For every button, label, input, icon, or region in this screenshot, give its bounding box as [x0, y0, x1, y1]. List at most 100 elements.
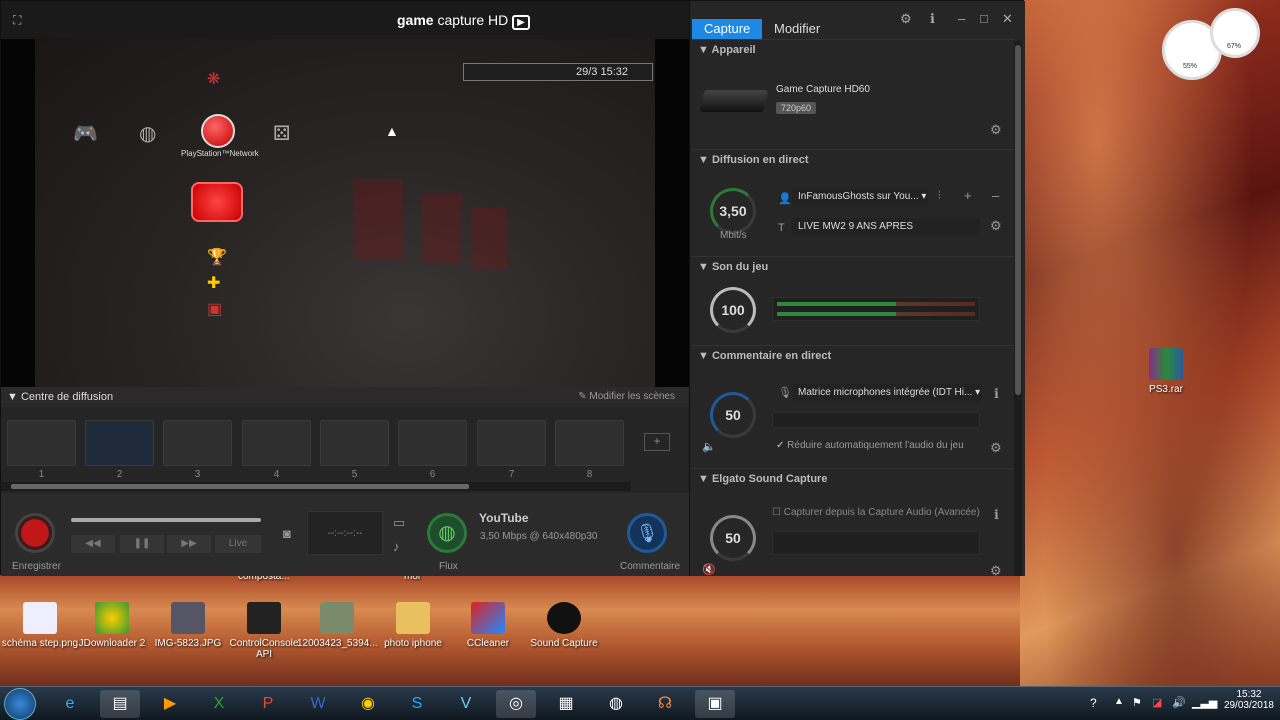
app-icon[interactable]: ◍ [596, 690, 636, 718]
tab-modifier[interactable]: Modifier [762, 19, 832, 39]
desktop-icon[interactable]: photo iphone [373, 602, 453, 649]
stream-button[interactable]: ◍ [427, 513, 467, 553]
scene-bar-title[interactable]: ▼ Centre de diffusion [7, 391, 113, 403]
close-icon[interactable]: ✕ [1002, 11, 1013, 27]
add-icon[interactable]: + [964, 188, 972, 203]
desktop-icon[interactable]: CCleaner [448, 602, 528, 649]
sound-capture-settings-gear-icon[interactable]: ⚙ [990, 563, 1002, 579]
desktop-icon[interactable]: 12003423_5394... [297, 602, 378, 649]
speaker-icon[interactable]: 🔈 [702, 440, 716, 453]
pause-button[interactable]: ❚❚ [120, 535, 164, 553]
skype-icon[interactable]: S [397, 690, 437, 718]
forward-button[interactable]: ▶▶ [167, 535, 211, 553]
commentary-button[interactable]: 🎙 [627, 513, 667, 553]
background-shape [471, 207, 507, 269]
timeline-slider[interactable] [71, 518, 261, 522]
mixer-icon[interactable]: ⫶ [938, 190, 941, 203]
photo-file-icon [171, 602, 205, 634]
desktop-icon[interactable]: ControlConsole API [224, 602, 304, 660]
monitor-icon[interactable]: ▭ [393, 515, 405, 531]
desktop-icon[interactable]: Sound Capture [524, 602, 604, 649]
desktop-icon[interactable]: schéma step.png [0, 602, 80, 649]
minimize-icon[interactable]: – [958, 11, 965, 26]
section-header[interactable]: ▼ Diffusion en direct [698, 154, 809, 166]
stream-settings-gear-icon[interactable]: ⚙ [990, 218, 1002, 234]
desktop-icon[interactable]: IMG-5823.JPG [148, 602, 228, 649]
settings-gear-icon[interactable]: ⚙ [900, 11, 912, 27]
document-icon[interactable]: ▦ [546, 690, 586, 718]
help-icon[interactable]: ? [1090, 696, 1097, 710]
powerpoint-icon[interactable]: P [248, 690, 288, 718]
game-capture-taskbar-icon[interactable]: ◎ [496, 690, 536, 718]
microphone-select[interactable]: Matrice microphones intégrée (IDT Hi... … [792, 384, 982, 402]
scrollbar-thumb[interactable] [1015, 45, 1021, 395]
record-button[interactable] [15, 513, 55, 553]
word-icon[interactable]: W [298, 690, 338, 718]
sound-capture-info-icon[interactable]: ℹ [994, 507, 999, 523]
section-header[interactable]: ▼ Appareil [698, 44, 756, 56]
desktop-icon[interactable]: JDownloader 2 [72, 602, 152, 649]
mic-info-icon[interactable]: ℹ [994, 386, 999, 402]
scrollbar-thumb[interactable] [11, 484, 469, 489]
internet-explorer-icon[interactable]: e [50, 690, 90, 718]
app-title: game capture HD ▶ [397, 12, 530, 30]
account-select[interactable]: InFamousGhosts sur You... ▾ [792, 188, 928, 206]
speaker-icon[interactable]: ♪ [393, 539, 400, 554]
add-scene-button[interactable]: + [644, 433, 670, 451]
start-button[interactable] [4, 688, 36, 720]
scene-thumb[interactable] [7, 420, 76, 466]
network-alert-icon[interactable]: ◪ [1152, 696, 1162, 709]
scene-thumb[interactable] [242, 420, 311, 466]
control-bar: Enregistrer ◀◀ ❚❚ ▶▶ Live ◙ --:--:--:-- … [1, 493, 689, 576]
commentary-settings-gear-icon[interactable]: ⚙ [990, 440, 1002, 456]
bitrate-dial[interactable]: 3,50 [710, 188, 756, 234]
mute-speaker-icon[interactable]: 🔇 [702, 563, 716, 576]
device-settings-gear-icon[interactable]: ⚙ [990, 122, 1002, 138]
scene-thumb[interactable] [163, 420, 232, 466]
scene-thumb[interactable] [555, 420, 624, 466]
background-shape [421, 194, 461, 264]
maximize-icon[interactable]: □ [980, 11, 988, 26]
scene-thumb[interactable] [320, 420, 389, 466]
section-header[interactable]: ▼ Elgato Sound Capture [698, 473, 827, 485]
show-hidden-icons-icon[interactable]: ▲ [1114, 696, 1124, 707]
flag-icon[interactable]: ⚑ [1132, 696, 1142, 709]
excel-icon[interactable]: X [199, 690, 239, 718]
explorer-icon[interactable]: ▤ [100, 690, 140, 718]
panel-scrollbar[interactable] [1014, 41, 1022, 576]
stream-title-input[interactable]: LIVE MW2 9 ANS APRES [792, 218, 980, 236]
tab-capture[interactable]: Capture [692, 19, 763, 39]
scene-thumb[interactable] [85, 420, 154, 466]
section-header[interactable]: ▼ Son du jeu [698, 261, 768, 273]
menu-icon[interactable]: ⛶ [13, 13, 21, 28]
ps3-xmb-screen: 29/3 15:32 ❋ 🎮 ◍ PlayStation™Network ⚄ 🏆… [35, 39, 655, 387]
video-editor-icon[interactable]: V [446, 690, 486, 718]
headphones-icon[interactable]: ☊ [645, 690, 685, 718]
sound-capture-checkbox[interactable]: ☐ Capturer depuis la Capture Audio (Avan… [772, 507, 980, 518]
camera-icon[interactable]: ◙ [283, 526, 291, 541]
remove-icon[interactable]: – [992, 188, 999, 203]
sound-capture-volume-dial[interactable]: 50 [710, 515, 756, 561]
media-player-icon[interactable]: ▶ [150, 690, 190, 718]
ram-gauge-gadget[interactable]: 67% [1210, 8, 1260, 58]
commentary-volume-dial[interactable]: 50 [710, 392, 756, 438]
signal-icon[interactable]: ▁▃▅ [1192, 696, 1217, 709]
sound-capture-section: ▼ Elgato Sound Capture ☐ Capturer depuis… [692, 468, 1014, 578]
reduce-audio-checkbox[interactable]: ✓ Réduire automatiquement l'audio du jeu [776, 440, 964, 451]
rewind-button[interactable]: ◀◀ [71, 535, 115, 553]
scene-thumb[interactable] [477, 420, 546, 466]
live-button[interactable]: Live [215, 535, 261, 553]
scene-number: 4 [273, 469, 280, 480]
info-icon[interactable]: ℹ [930, 11, 935, 27]
chrome-icon[interactable]: ◉ [348, 690, 388, 718]
clock[interactable]: 15:32 29/03/2018 [1224, 689, 1274, 711]
modify-scenes-link[interactable]: ✎ Modifier les scènes [578, 391, 675, 402]
volume-icon[interactable]: 🔊 [1172, 696, 1186, 709]
section-header[interactable]: ▼ Commentaire en direct [698, 350, 831, 362]
capture-preview[interactable]: 29/3 15:32 ❋ 🎮 ◍ PlayStation™Network ⚄ 🏆… [1, 39, 689, 387]
app-icon[interactable]: ▣ [695, 690, 735, 718]
scene-thumb[interactable] [398, 420, 467, 466]
game-volume-dial[interactable]: 100 [710, 287, 756, 333]
scenes-scrollbar[interactable] [1, 482, 631, 491]
desktop-icon-ps3-rar[interactable]: PS3.rar [1126, 348, 1206, 395]
